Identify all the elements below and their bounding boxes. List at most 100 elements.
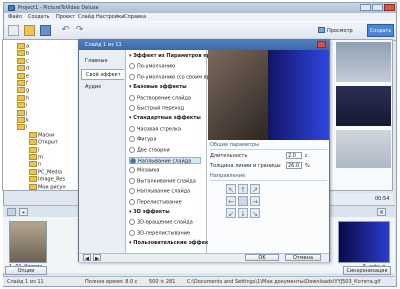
arrow-up-left-icon[interactable]: ↖	[226, 184, 236, 194]
arrow-down-icon[interactable]: ↓	[238, 208, 248, 218]
new-project-icon[interactable]	[8, 25, 19, 36]
tree-item[interactable]: j	[17, 109, 27, 116]
params-section-title: Общие параметры	[210, 142, 260, 148]
arrow-down-left-icon[interactable]: ↙	[226, 208, 236, 218]
menu-help[interactable]: Справка	[124, 14, 146, 20]
tree-item-label: k	[26, 117, 29, 124]
status-slide: Слайд 1 из 11	[7, 279, 44, 285]
duration-input[interactable]: 2.0	[286, 152, 302, 159]
effect-option[interactable]: Быстрый переход	[129, 105, 184, 112]
tree-item[interactable]: l	[29, 146, 39, 153]
effect-option[interactable]: Две створки	[129, 146, 170, 154]
radio-icon	[129, 136, 135, 143]
arrow-left-icon[interactable]: ←	[226, 196, 236, 206]
tree-item[interactable]: Мои рисун	[29, 183, 66, 190]
effects-group-header[interactable]: ▾ Базовые эффекты	[129, 84, 187, 91]
effect-option[interactable]: Растворение слайда	[129, 94, 191, 102]
menu-project[interactable]: Проект	[56, 14, 75, 20]
close-icon[interactable]: ×	[377, 208, 386, 216]
tree-item[interactable]: Открыт	[29, 139, 58, 146]
tab-audio[interactable]: Аудио	[81, 82, 124, 93]
preview-image-cat	[208, 50, 268, 140]
maximize-button[interactable]	[372, 4, 383, 11]
tree-item[interactable]: a	[17, 43, 29, 50]
effects-group-header[interactable]: ▾ Эффект из Параметров про	[129, 53, 214, 60]
radio-icon	[129, 229, 135, 236]
undo-icon[interactable]: ↶	[60, 25, 71, 36]
center-icon[interactable]	[238, 196, 248, 206]
tree-item[interactable]: g	[17, 87, 29, 94]
project-options-button[interactable]: Опции проекта	[5, 266, 47, 282]
close-button[interactable]	[384, 4, 395, 11]
effect-option[interactable]: 3D-перелистывание	[129, 229, 190, 237]
effects-group-header[interactable]: ▾ 3D эффекты	[129, 209, 170, 216]
thumbnail-image[interactable]	[336, 130, 391, 168]
pan-icon[interactable]: ⌖	[19, 208, 28, 216]
arrow-down-right-icon[interactable]: ↘	[250, 208, 260, 218]
effect-option[interactable]: Выталкивание слайда	[129, 177, 196, 185]
thumbnail-image[interactable]	[336, 86, 391, 126]
effect-option[interactable]: Мозаика	[129, 167, 159, 174]
next-slide-button[interactable]: ▶	[93, 254, 101, 262]
preview-button[interactable]: Просмотр	[318, 26, 353, 36]
tree-item-label: f	[26, 80, 28, 87]
sync-button[interactable]: Синхронизация	[343, 266, 391, 275]
menu-file[interactable]: Файл	[8, 14, 22, 20]
tree-item[interactable]: b	[17, 50, 29, 57]
arrow-up-right-icon[interactable]: ↗	[250, 184, 260, 194]
tree-item[interactable]: e	[17, 72, 29, 79]
effect-option[interactable]: 3D-вращение слайда	[129, 219, 193, 226]
menu-create[interactable]: Создать	[28, 14, 50, 20]
effects-list: ▾ Эффект из Параметров про По-умолчанию По…	[127, 50, 216, 253]
tab-main[interactable]: Главные	[81, 56, 124, 67]
radio-icon	[129, 63, 135, 70]
effect-option[interactable]: Наплывание слайда	[129, 188, 190, 195]
thumbnail-image[interactable]	[336, 42, 391, 82]
prev-slide-button[interactable]: ◀	[83, 254, 91, 262]
tree-item[interactable]: l	[17, 124, 27, 131]
tree-item[interactable]: n	[29, 161, 41, 168]
open-folder-icon[interactable]	[24, 25, 35, 36]
effects-group-header[interactable]: ▾ Пользовательские эффекты	[129, 240, 216, 247]
tree-item[interactable]: m	[29, 154, 43, 161]
tree-item[interactable]: f	[17, 80, 28, 87]
minimize-button[interactable]	[360, 4, 371, 11]
tree-item[interactable]: c	[17, 57, 29, 64]
zoom-icon[interactable]	[7, 208, 16, 216]
effect-option[interactable]: Фигура	[129, 136, 156, 143]
effect-option[interactable]: По-умолчанию (со своим вре	[129, 73, 213, 81]
status-path: C:\Documents and Settings\1\Мои документ…	[187, 279, 381, 285]
dialog-close-button[interactable]	[317, 41, 326, 48]
bottom-buttons: Опции проекта Синхронизация	[3, 266, 395, 282]
tree-item[interactable]: i	[17, 102, 27, 109]
tree-item[interactable]: PC_Media	[29, 168, 62, 175]
border-input[interactable]: 26.0	[286, 162, 302, 169]
menu-slide[interactable]: Слайд	[78, 14, 94, 20]
radio-icon	[129, 94, 135, 101]
effect-option[interactable]: Часовая стрелка	[129, 125, 181, 133]
tree-item[interactable]: k	[17, 117, 29, 124]
effect-option[interactable]: Перелистывание	[129, 198, 182, 206]
divider	[210, 180, 327, 181]
slide-thumbnail[interactable]	[338, 221, 390, 263]
effect-label: Фигура	[137, 136, 157, 143]
tree-item[interactable]: Image_Res	[29, 176, 65, 183]
tree-item[interactable]: Маски	[29, 131, 54, 138]
arrow-right-icon[interactable]: →	[250, 196, 260, 206]
save-icon[interactable]	[40, 25, 51, 36]
ok-button[interactable]: OK	[245, 254, 279, 261]
create-button[interactable]: Создать	[367, 24, 394, 37]
folder-icon	[17, 109, 25, 116]
effects-group-header[interactable]: ▾ Стандартные эффекты	[129, 115, 201, 122]
effect-option[interactable]: Наплывание слайда	[129, 157, 201, 165]
slide-thumbnail[interactable]	[9, 221, 47, 263]
cancel-button[interactable]: Отмена	[285, 254, 321, 261]
status-total-time: Полное время: 8.0 с	[85, 279, 138, 285]
menu-settings[interactable]: Настройки	[96, 14, 124, 20]
arrow-up-icon[interactable]: ↑	[238, 184, 248, 194]
tree-item[interactable]: h	[17, 94, 29, 101]
tab-custom-effect[interactable]: Свой эффект	[81, 69, 124, 80]
effect-option[interactable]: По-умолчанию	[129, 63, 175, 70]
tree-item[interactable]: d	[17, 65, 29, 72]
redo-icon[interactable]: ↷	[74, 25, 85, 36]
